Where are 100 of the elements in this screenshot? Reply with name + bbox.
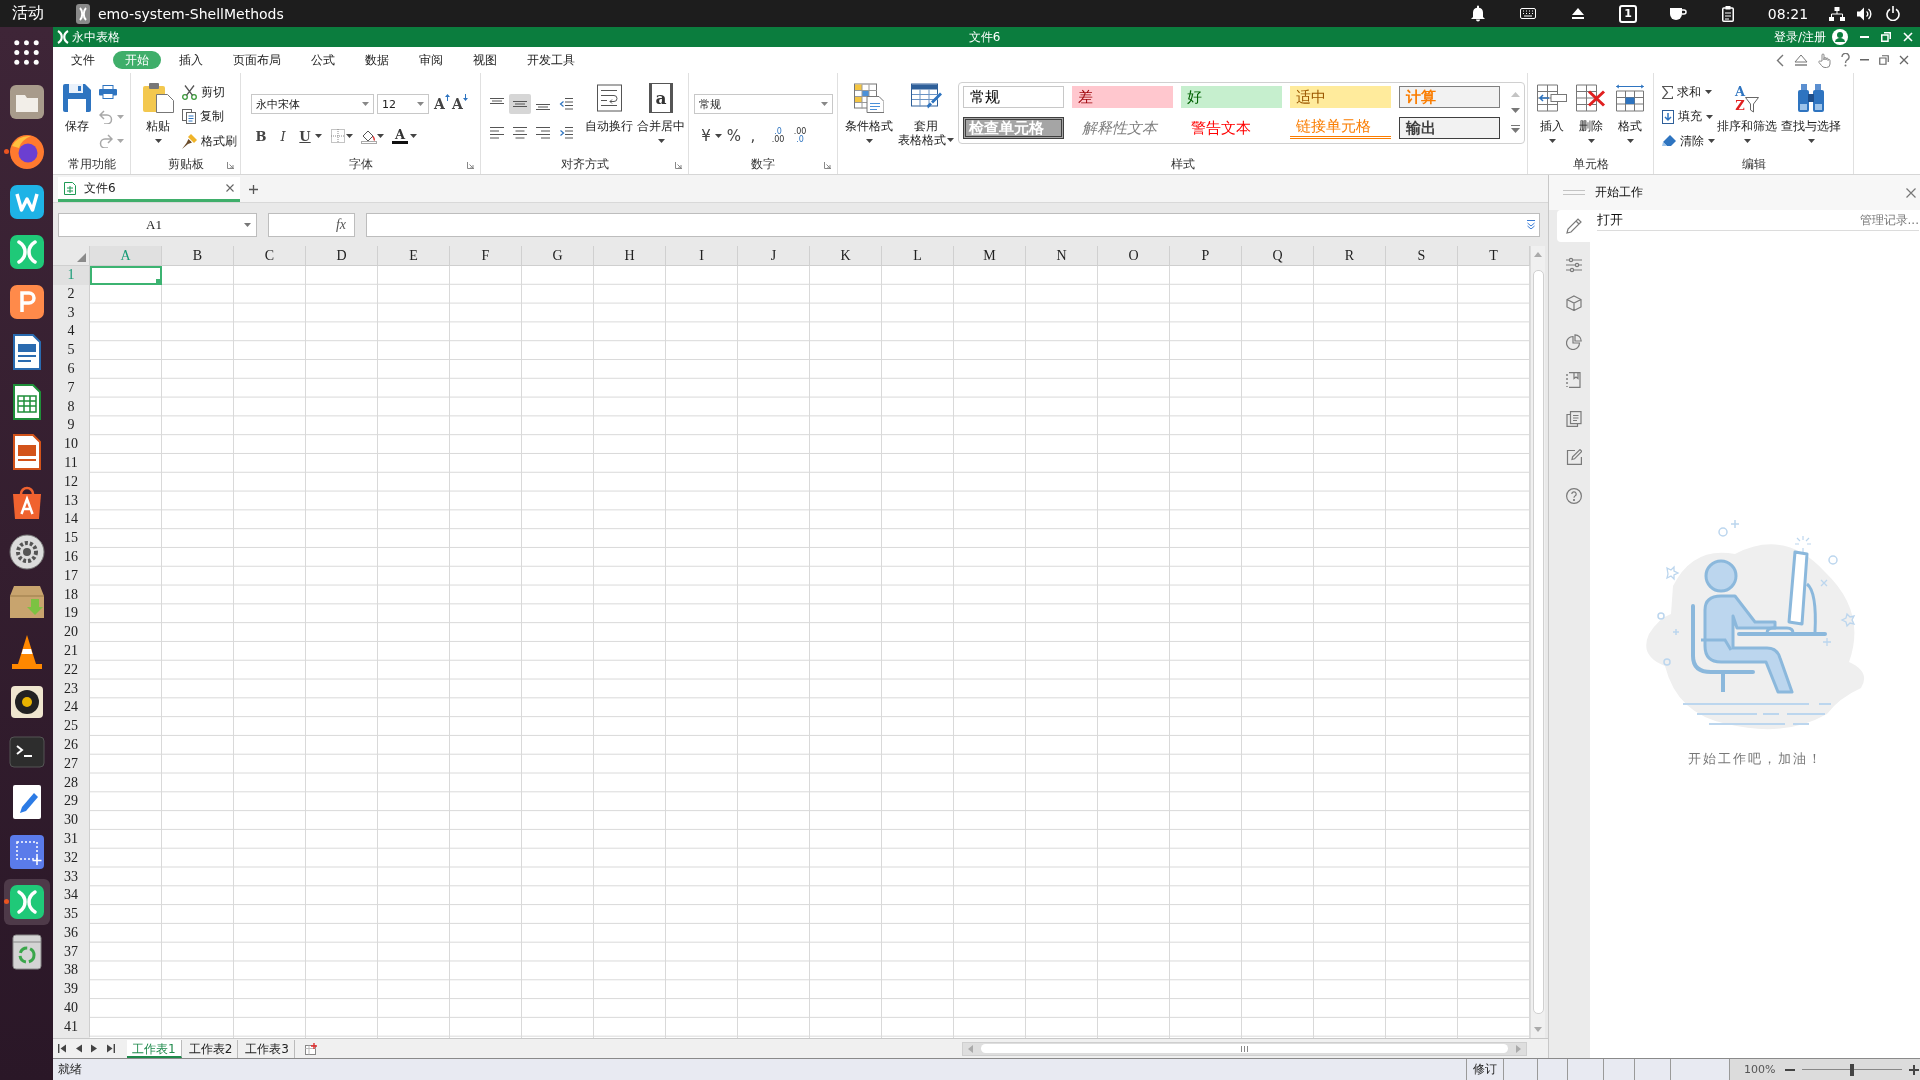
help-icon[interactable] xyxy=(1841,53,1850,67)
document-tab[interactable]: 文件6 xyxy=(58,177,240,202)
dialog-launcher-icon[interactable] xyxy=(824,162,831,169)
paste-button[interactable]: 粘贴 xyxy=(138,73,178,143)
clock[interactable]: 08:21 xyxy=(1753,5,1823,22)
scrollbar-thumb[interactable] xyxy=(1532,270,1544,1014)
name-box[interactable]: A1 xyxy=(58,212,257,237)
expand-gallery-icon[interactable] xyxy=(1511,125,1520,134)
column-header[interactable]: Q xyxy=(1242,246,1314,266)
column-header[interactable]: N xyxy=(1026,246,1098,266)
decrease-decimal-button[interactable]: .00 .0 xyxy=(790,126,810,146)
cell-style-option[interactable]: 常规 xyxy=(963,86,1064,108)
keyboard-icon[interactable] xyxy=(1520,8,1536,19)
network-icon[interactable] xyxy=(1829,6,1845,21)
bell-icon[interactable] xyxy=(1471,5,1485,22)
menu-tab[interactable]: 数据 xyxy=(353,51,401,69)
caret-icon[interactable] xyxy=(715,134,722,138)
close-icon[interactable] xyxy=(1906,187,1916,198)
column-header[interactable]: G xyxy=(522,246,594,266)
cell-style-option[interactable]: 警告文本 xyxy=(1181,117,1282,139)
format-cells-button[interactable]: 格式 xyxy=(1612,73,1648,143)
next-sheet-icon[interactable] xyxy=(91,1044,97,1053)
thousands-separator-button[interactable]: , xyxy=(745,126,761,146)
user-avatar-icon[interactable] xyxy=(1832,29,1848,45)
add-sheet-icon[interactable] xyxy=(304,1042,318,1055)
cell-style-option[interactable]: 输出 xyxy=(1399,117,1500,139)
find-select-button[interactable]: 查找与选择 xyxy=(1781,73,1841,143)
font-size-dropdown[interactable]: 12 xyxy=(377,94,429,114)
column-header[interactable]: T xyxy=(1458,246,1530,266)
save-button[interactable]: 保存 xyxy=(58,73,95,133)
merge-center-button[interactable]: a 合并居中 xyxy=(636,73,686,143)
column-header[interactable]: H xyxy=(594,246,666,266)
cut-button[interactable]: 剪切 xyxy=(182,80,237,105)
revision-indicator[interactable]: 修订 xyxy=(1466,1059,1503,1080)
active-cell[interactable] xyxy=(90,266,162,285)
caret-icon[interactable] xyxy=(346,134,353,138)
bold-button[interactable]: B xyxy=(253,126,269,146)
caret-icon[interactable] xyxy=(315,134,322,138)
restore-icon[interactable] xyxy=(1879,55,1889,65)
sheet-tab[interactable]: 工作表2 xyxy=(183,1039,239,1058)
clear-button[interactable]: 清除 xyxy=(1662,129,1715,154)
scrollbar-thumb[interactable] xyxy=(981,1044,1508,1053)
cup-icon[interactable] xyxy=(1669,6,1687,21)
shrink-font-button[interactable]: A xyxy=(452,94,468,114)
task-pane-tool[interactable] xyxy=(1557,210,1590,242)
align-middle-button[interactable] xyxy=(509,94,531,114)
column-header[interactable]: B xyxy=(162,246,234,266)
menu-tab[interactable]: 公式 xyxy=(299,51,347,69)
last-sheet-icon[interactable] xyxy=(106,1044,115,1053)
sheet-tab[interactable]: 工作表1 xyxy=(127,1039,182,1058)
copy-button[interactable]: 复制 xyxy=(182,104,237,129)
font-color-button[interactable]: A xyxy=(392,128,408,144)
caret-icon[interactable] xyxy=(410,134,417,138)
drag-handle-icon[interactable] xyxy=(1563,190,1585,195)
column-header[interactable]: R xyxy=(1314,246,1386,266)
caret-icon[interactable] xyxy=(377,134,384,138)
open-link[interactable]: 打开 xyxy=(1597,211,1623,229)
menu-tab[interactable]: 插入 xyxy=(167,51,215,69)
italic-button[interactable]: I xyxy=(275,126,291,146)
zoom-in-icon[interactable] xyxy=(1909,1064,1920,1075)
first-sheet-icon[interactable] xyxy=(58,1044,67,1053)
conditional-format-button[interactable]: 条件格式 xyxy=(844,73,894,143)
delete-cells-button[interactable]: 删除 xyxy=(1573,73,1609,143)
currency-button[interactable]: ¥ xyxy=(698,126,714,146)
percent-button[interactable]: % xyxy=(726,126,742,146)
sheet-tab[interactable]: 工作表3 xyxy=(240,1039,295,1058)
dialog-launcher-icon[interactable] xyxy=(675,162,682,169)
zoom-slider-thumb[interactable] xyxy=(1850,1063,1855,1076)
menu-tab[interactable]: 视图 xyxy=(461,51,509,69)
workspace-indicator[interactable]: 1 xyxy=(1619,4,1637,23)
power-icon[interactable] xyxy=(1886,6,1900,21)
font-name-dropdown[interactable]: 永中宋体 xyxy=(251,94,374,114)
menu-tab[interactable]: 文件 xyxy=(59,51,107,69)
column-header[interactable]: L xyxy=(882,246,954,266)
dialog-launcher-icon[interactable] xyxy=(467,162,474,169)
fill-button[interactable]: 填充 xyxy=(1662,104,1715,129)
menu-tab[interactable]: 页面布局 xyxy=(221,51,293,69)
column-header[interactable]: K xyxy=(810,246,882,266)
column-header[interactable]: S xyxy=(1386,246,1458,266)
volume-icon[interactable] xyxy=(1857,6,1873,21)
column-header[interactable]: O xyxy=(1098,246,1170,266)
column-header[interactable]: D xyxy=(306,246,378,266)
insert-cells-button[interactable]: 插入 xyxy=(1534,73,1570,143)
cell-style-option[interactable]: 差 xyxy=(1072,86,1173,108)
format-as-table-button[interactable]: 套用 表格格式 xyxy=(898,73,954,147)
column-header[interactable]: E xyxy=(378,246,450,266)
hand-pointer-icon[interactable] xyxy=(1818,52,1831,68)
column-header[interactable]: F xyxy=(450,246,522,266)
dock-button[interactable] xyxy=(3,879,50,925)
vertical-scrollbar[interactable] xyxy=(1530,246,1545,1038)
chevron-left-icon[interactable] xyxy=(1776,53,1784,67)
cell-style-option[interactable]: 好 xyxy=(1181,86,1282,108)
activities-button[interactable]: 活动 xyxy=(12,3,44,24)
scroll-down-icon[interactable] xyxy=(1511,108,1520,114)
close-icon[interactable] xyxy=(226,184,234,192)
format-painter-button[interactable]: 格式刷 xyxy=(182,129,237,154)
cell-style-option[interactable]: 解释性文本 xyxy=(1072,117,1173,139)
triangle-up-icon[interactable] xyxy=(1794,54,1808,66)
column-header[interactable]: P xyxy=(1170,246,1242,266)
menu-tab[interactable]: 审阅 xyxy=(407,51,455,69)
